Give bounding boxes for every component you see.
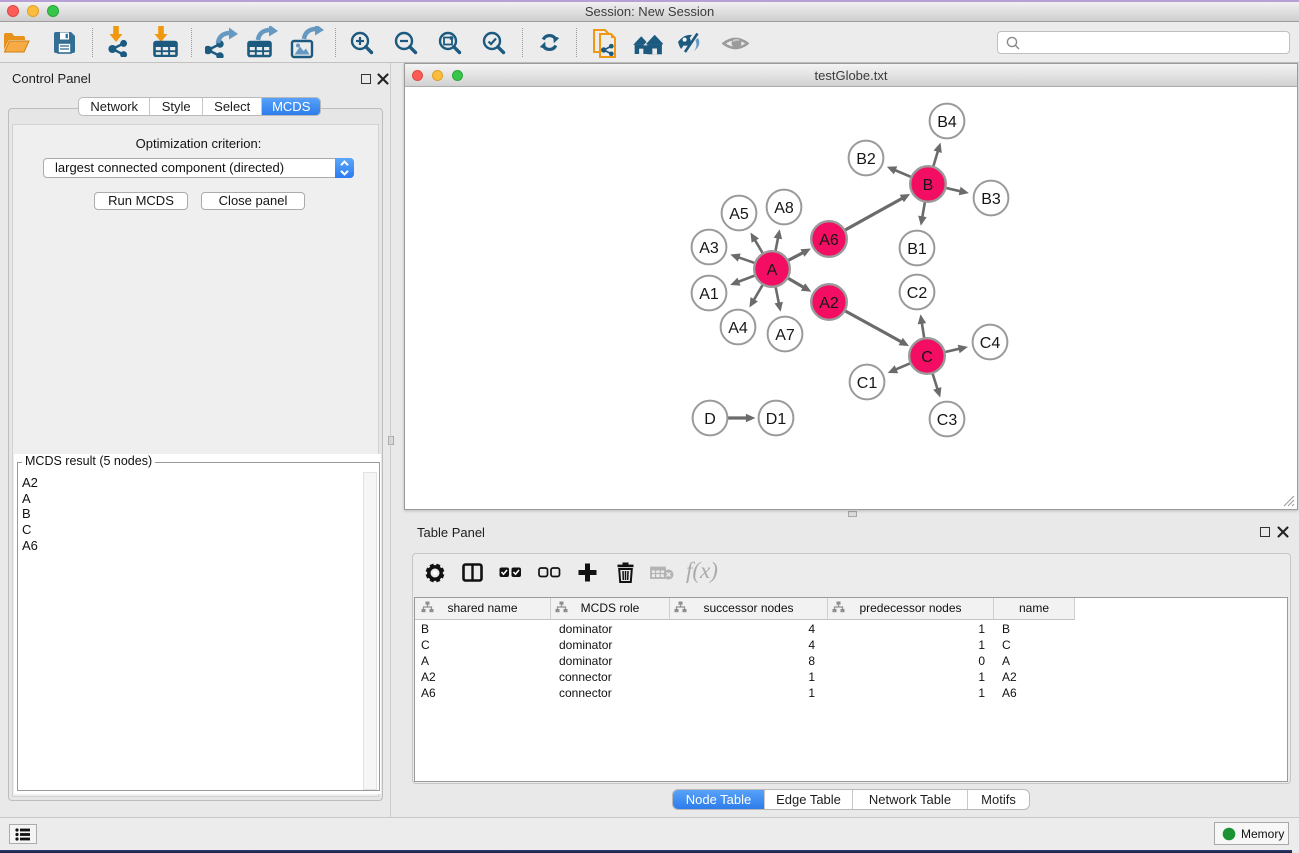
svg-text:A: A bbox=[767, 262, 778, 279]
svg-text:B4: B4 bbox=[937, 114, 957, 131]
svg-text:B: B bbox=[923, 177, 934, 194]
svg-text:A1: A1 bbox=[699, 286, 719, 303]
svg-text:B2: B2 bbox=[856, 151, 876, 168]
svg-text:A3: A3 bbox=[699, 240, 719, 257]
svg-text:B1: B1 bbox=[907, 241, 927, 258]
svg-text:C4: C4 bbox=[980, 335, 1001, 352]
svg-text:C3: C3 bbox=[937, 412, 958, 429]
svg-text:A7: A7 bbox=[775, 327, 795, 344]
svg-text:C2: C2 bbox=[907, 285, 928, 302]
svg-text:A8: A8 bbox=[774, 200, 794, 217]
svg-text:D: D bbox=[704, 411, 716, 428]
svg-text:D1: D1 bbox=[766, 411, 787, 428]
svg-text:C: C bbox=[921, 349, 933, 366]
svg-text:A2: A2 bbox=[819, 295, 839, 312]
svg-text:A6: A6 bbox=[819, 232, 839, 249]
svg-text:B3: B3 bbox=[981, 191, 1001, 208]
svg-text:A5: A5 bbox=[729, 206, 749, 223]
svg-text:C1: C1 bbox=[857, 375, 878, 392]
svg-text:A4: A4 bbox=[728, 320, 748, 337]
